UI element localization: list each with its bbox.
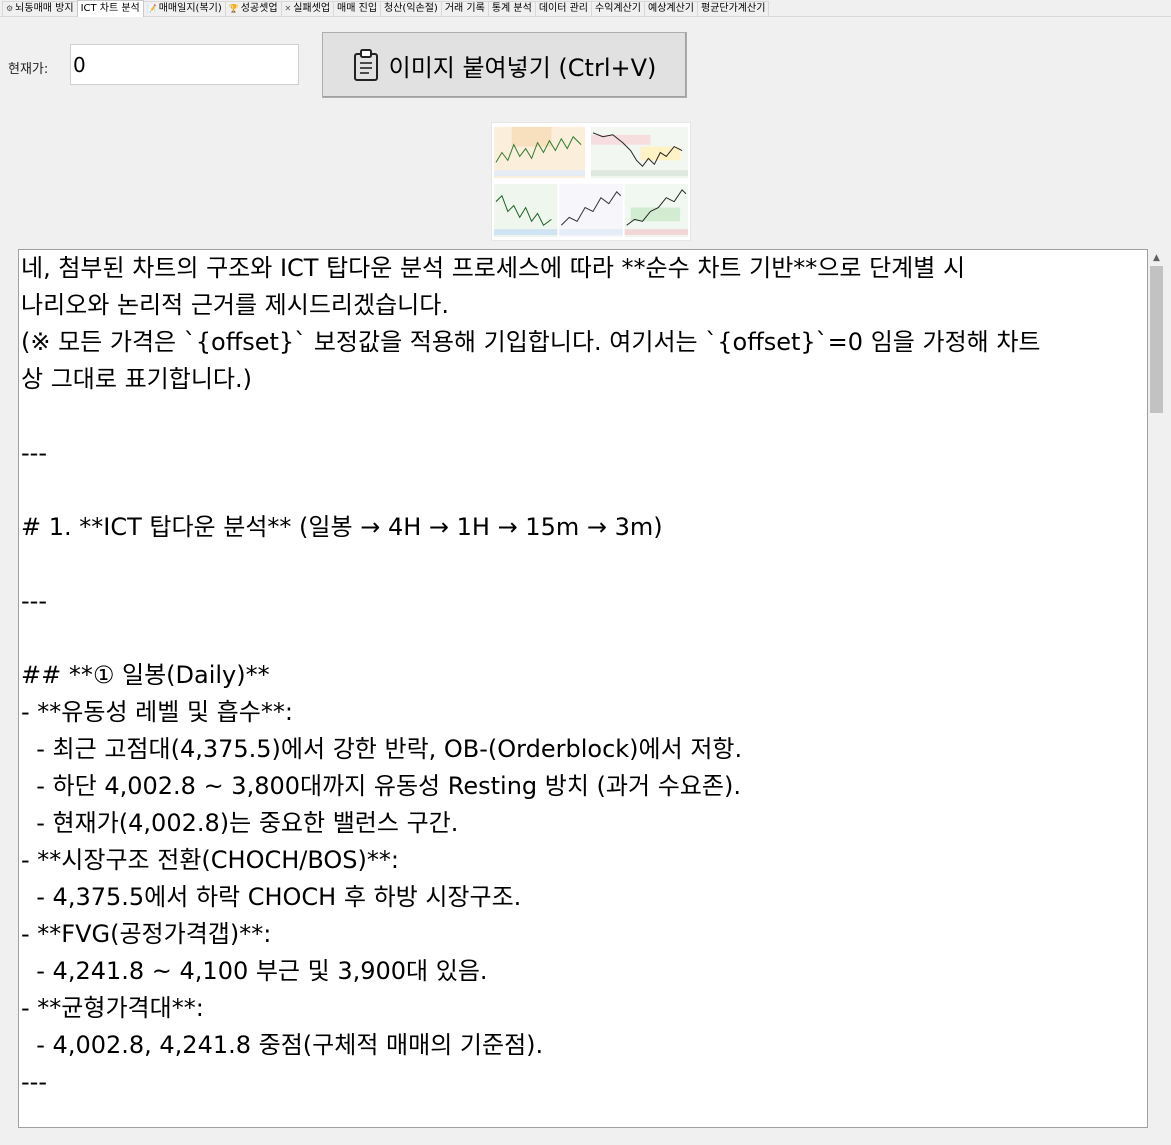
tab-10[interactable]: 수익계산기 xyxy=(591,1,645,16)
analysis-textarea[interactable]: 네, 첨부된 차트의 구조와 ICT 탑다운 분석 프로세스에 따라 **순수 … xyxy=(18,249,1148,1128)
clipboard-icon xyxy=(353,49,378,81)
tab-label: 데이터 관리 xyxy=(538,3,588,14)
tab-4[interactable]: ✕ 실패셋업 xyxy=(280,1,335,16)
tab-5[interactable]: 매매 진입 xyxy=(333,1,382,16)
scroll-up-arrow-icon[interactable]: ▲ xyxy=(1148,249,1165,266)
tab-label: 평균단가계산기 xyxy=(701,3,766,14)
analysis-line: # 1. **ICT 탑다운 분석** (일봉 → 4H → 1H → 15m … xyxy=(21,513,663,541)
analysis-line: - **균형가격대**: xyxy=(21,994,204,1022)
analysis-line: 네, 첨부된 차트의 구조와 ICT 탑다운 분석 프로세스에 따라 **순수 … xyxy=(21,254,966,282)
tab-0[interactable]: ⚙ 뇌동매매 방지 xyxy=(2,1,78,16)
analysis-line: - **FVG(공정가격갭)**: xyxy=(21,920,272,948)
tab-7[interactable]: 거래 기록 xyxy=(440,1,489,16)
analysis-line: - 4,375.5에서 하락 CHOCH 후 하방 시장구조. xyxy=(21,883,522,911)
analysis-line: --- xyxy=(21,587,47,615)
tab-label: 성공셋업 xyxy=(240,3,278,14)
scroll-thumb[interactable] xyxy=(1150,266,1163,413)
tab-3[interactable]: 🏆 성공셋업 xyxy=(224,1,282,16)
tab-9[interactable]: 데이터 관리 xyxy=(534,1,592,16)
analysis-line xyxy=(19,546,1147,583)
notebook-icon: 📝 xyxy=(146,4,157,13)
x-icon: ✕ xyxy=(284,4,292,13)
analysis-line: - 4,241.8 ~ 4,100 부근 및 3,900대 있음. xyxy=(21,957,488,985)
tab-2[interactable]: 📝 매매일지(복기) xyxy=(142,1,226,16)
current-price-input[interactable]: 0 xyxy=(70,44,299,85)
analysis-line: ## **① 일봉(Daily)** xyxy=(21,661,270,689)
analysis-line: (※ 모든 가격은 `{offset}` 보정값을 적용해 기입합니다. 여기서… xyxy=(21,328,1041,356)
analysis-line: - 4,002.8, 4,241.8 중점(구체적 매매의 기준점). xyxy=(21,1031,544,1059)
tab-11[interactable]: 예상계산기 xyxy=(644,1,698,16)
analysis-line: - **유동성 레벨 및 흡수**: xyxy=(21,698,293,726)
ict-chart-analysis-panel: 현재가: 0 이미지 붙여넣기 (Ctrl+V) 네, 첨부된 차트의 구조와 … xyxy=(0,17,1171,1145)
analysis-line: 나리오와 논리적 근거를 제시드리겠습니다. xyxy=(21,291,449,319)
tab-label: 수익계산기 xyxy=(595,3,641,14)
current-price-label: 현재가: xyxy=(8,62,49,77)
tab-8[interactable]: 통계 분석 xyxy=(487,1,536,16)
chart-thumbnail-image[interactable] xyxy=(491,122,691,241)
tab-label: 실패셋업 xyxy=(293,3,331,14)
analysis-line: - **시장구조 전환(CHOCH/BOS)**: xyxy=(21,846,399,874)
paste-button-label: 이미지 붙여넣기 (Ctrl+V) xyxy=(388,53,657,82)
tab-label: 매매일지(복기) xyxy=(158,3,222,14)
tab-bar: ⚙ 뇌동매매 방지 ICT 차트 분석 📝 매매일지(복기) 🏆 성공셋업 ✕ 실패셋업 매매 진… xyxy=(0,0,1171,17)
analysis-line xyxy=(19,398,1147,435)
tab-label: ICT 차트 분석 xyxy=(80,3,140,14)
analysis-line: - 최근 고점대(4,375.5)에서 강한 반락, OB-(Orderbloc… xyxy=(21,735,743,763)
tab-label: 통계 분석 xyxy=(491,3,532,14)
tab-label: 거래 기록 xyxy=(444,3,485,14)
analysis-line: 상 그대로 표기합니다.) xyxy=(21,365,252,393)
analysis-line: - 하단 4,002.8 ~ 3,800대까지 유동성 Resting 방치 (… xyxy=(21,772,741,800)
tab-12[interactable]: 평균단가계산기 xyxy=(697,1,770,16)
tab-label: 뇌동매매 방지 xyxy=(15,3,74,14)
analysis-line: --- xyxy=(21,439,47,467)
tab-label: 예상계산기 xyxy=(648,3,694,14)
analysis-line: - 현재가(4,002.8)는 중요한 밸런스 구간. xyxy=(21,809,459,837)
paste-image-button[interactable]: 이미지 붙여넣기 (Ctrl+V) xyxy=(322,32,687,98)
tab-1[interactable]: ICT 차트 분석 xyxy=(76,0,144,17)
gear-icon: ⚙ xyxy=(6,4,14,13)
tab-label: 청산(익손절) xyxy=(384,3,438,14)
analysis-scrollbar[interactable]: ▲ xyxy=(1148,249,1165,1128)
analysis-line xyxy=(19,620,1147,657)
tab-label: 매매 진입 xyxy=(337,3,378,14)
analysis-line xyxy=(19,472,1147,509)
trophy-icon: 🏆 xyxy=(228,4,239,13)
tab-6[interactable]: 청산(익손절) xyxy=(380,1,442,16)
analysis-line: --- xyxy=(21,1068,47,1096)
